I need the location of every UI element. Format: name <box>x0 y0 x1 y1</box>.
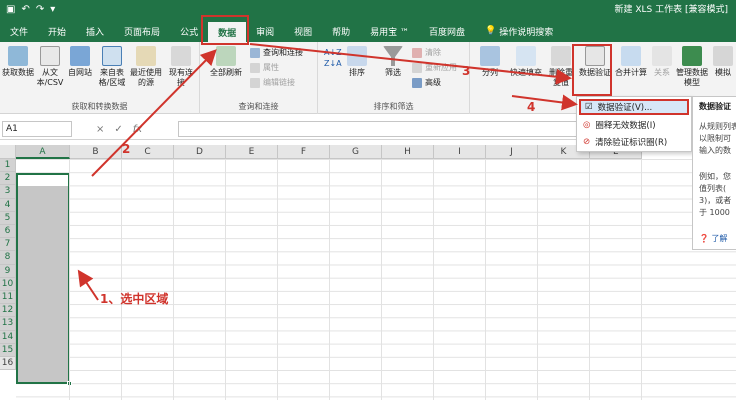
arrow-step3 <box>249 43 572 85</box>
annotation-arrows <box>77 43 578 301</box>
arrow-step1 <box>77 269 99 301</box>
arrow-step4 <box>511 94 578 111</box>
arrow-step2 <box>91 49 217 177</box>
